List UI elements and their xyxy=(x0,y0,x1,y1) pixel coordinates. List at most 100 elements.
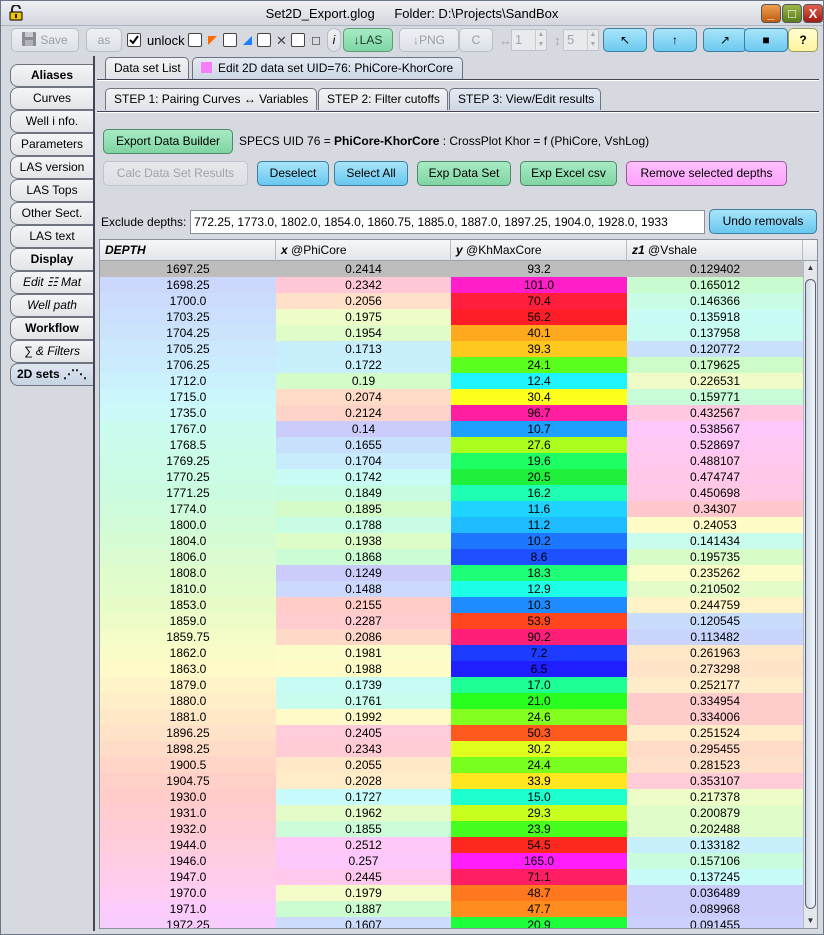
table-row[interactable]: 1806.0 0.1868 8.6 0.195735 xyxy=(100,549,803,565)
arrow-northeast-button[interactable]: ↗ xyxy=(703,28,747,52)
x-cell[interactable]: 0.1761 xyxy=(276,693,451,709)
table-row[interactable]: 1697.25 0.2414 93.2 0.129402 xyxy=(100,261,803,277)
depth-cell[interactable]: 1972.25 xyxy=(100,917,276,928)
spinner-arrows-icon[interactable]: ▲ ▼ xyxy=(535,30,546,50)
exclude-depths-input[interactable]: 772.25, 1773.0, 1802.0, 1854.0, 1860.75,… xyxy=(190,210,705,234)
depth-cell[interactable]: 1735.0 xyxy=(100,405,276,421)
sidebar-item-8[interactable]: Display xyxy=(10,248,93,271)
tab-step2[interactable]: STEP 2: Filter cutoffs xyxy=(318,88,448,110)
x-cell[interactable]: 0.2028 xyxy=(276,773,451,789)
table-row[interactable]: 1770.25 0.1742 20.5 0.474747 xyxy=(100,469,803,485)
table-row[interactable]: 1768.5 0.1655 27.6 0.528697 xyxy=(100,437,803,453)
depth-cell[interactable]: 1700.0 xyxy=(100,293,276,309)
y-cell[interactable]: 56.2 xyxy=(451,309,627,325)
depth-cell[interactable]: 1767.0 xyxy=(100,421,276,437)
x-cell[interactable]: 0.1849 xyxy=(276,485,451,501)
c-button[interactable]: C xyxy=(459,28,493,52)
sidebar-item-10[interactable]: Well path xyxy=(10,294,93,317)
table-row[interactable]: 1879.0 0.1739 17.0 0.252177 xyxy=(100,677,803,693)
table-row[interactable]: 1700.0 0.2056 70.4 0.146366 xyxy=(100,293,803,309)
export-png-button[interactable]: ↓PNG xyxy=(399,28,459,52)
table-row[interactable]: 1698.25 0.2342 101.0 0.165012 xyxy=(100,277,803,293)
table-row[interactable]: 1712.0 0.19 12.4 0.226531 xyxy=(100,373,803,389)
column-header-depth[interactable]: DEPTH xyxy=(100,240,276,261)
z1-cell[interactable]: 0.251524 xyxy=(627,725,803,741)
scrollbar-thumb[interactable] xyxy=(805,279,816,909)
y-cell[interactable]: 10.2 xyxy=(451,533,627,549)
y-cell[interactable]: 27.6 xyxy=(451,437,627,453)
y-cell[interactable]: 12.9 xyxy=(451,581,627,597)
z1-cell[interactable]: 0.488107 xyxy=(627,453,803,469)
select-all-button[interactable]: Select All xyxy=(334,161,408,186)
z1-cell[interactable]: 0.200879 xyxy=(627,805,803,821)
x-cell[interactable]: 0.2405 xyxy=(276,725,451,741)
depth-cell[interactable]: 1932.0 xyxy=(100,821,276,837)
y-cell[interactable]: 20.9 xyxy=(451,917,627,928)
depth-cell[interactable]: 1930.0 xyxy=(100,789,276,805)
export-data-set-button[interactable]: Exp Data Set xyxy=(417,161,511,186)
z1-cell[interactable]: 0.252177 xyxy=(627,677,803,693)
y-cell[interactable]: 71.1 xyxy=(451,869,627,885)
y-cell[interactable]: 40.1 xyxy=(451,325,627,341)
table-row[interactable]: 1904.75 0.2028 33.9 0.353107 xyxy=(100,773,803,789)
y-cell[interactable]: 18.3 xyxy=(451,565,627,581)
depth-cell[interactable]: 1806.0 xyxy=(100,549,276,565)
table-row[interactable]: 1863.0 0.1988 6.5 0.273298 xyxy=(100,661,803,677)
y-cell[interactable]: 24.1 xyxy=(451,357,627,373)
depth-cell[interactable]: 1859.0 xyxy=(100,613,276,629)
y-cell[interactable]: 165.0 xyxy=(451,853,627,869)
save-button[interactable]: Save xyxy=(11,28,79,52)
y-cell[interactable]: 39.3 xyxy=(451,341,627,357)
y-cell[interactable]: 10.7 xyxy=(451,421,627,437)
x-cell[interactable]: 0.2343 xyxy=(276,741,451,757)
y-cell[interactable]: 10.3 xyxy=(451,597,627,613)
x-cell[interactable]: 0.1488 xyxy=(276,581,451,597)
z1-cell[interactable]: 0.226531 xyxy=(627,373,803,389)
depth-cell[interactable]: 1804.0 xyxy=(100,533,276,549)
x-cell[interactable]: 0.1249 xyxy=(276,565,451,581)
x-cell[interactable]: 0.19 xyxy=(276,373,451,389)
x-cell[interactable]: 0.1887 xyxy=(276,901,451,917)
z1-cell[interactable]: 0.244759 xyxy=(627,597,803,613)
y-cell[interactable]: 12.4 xyxy=(451,373,627,389)
z1-cell[interactable]: 0.141434 xyxy=(627,533,803,549)
z1-cell[interactable]: 0.129402 xyxy=(627,261,803,277)
maximize-button[interactable]: □ xyxy=(782,4,802,23)
tab-step1[interactable]: STEP 1: Pairing Curves ↔ Variables xyxy=(105,88,317,110)
table-row[interactable]: 1769.25 0.1704 19.6 0.488107 xyxy=(100,453,803,469)
table-row[interactable]: 1771.25 0.1849 16.2 0.450698 xyxy=(100,485,803,501)
x-cell[interactable]: 0.2055 xyxy=(276,757,451,773)
x-cell[interactable]: 0.1742 xyxy=(276,469,451,485)
x-cell[interactable]: 0.1954 xyxy=(276,325,451,341)
depth-cell[interactable]: 1704.25 xyxy=(100,325,276,341)
table-row[interactable]: 1804.0 0.1938 10.2 0.141434 xyxy=(100,533,803,549)
y-cell[interactable]: 101.0 xyxy=(451,277,627,293)
table-row[interactable]: 1862.0 0.1981 7.2 0.261963 xyxy=(100,645,803,661)
sidebar-item-7[interactable]: LAS text xyxy=(10,225,93,248)
export-data-builder-button[interactable]: Export Data Builder xyxy=(103,129,233,154)
z1-cell[interactable]: 0.133182 xyxy=(627,837,803,853)
table-row[interactable]: 1881.0 0.1992 24.6 0.334006 xyxy=(100,709,803,725)
z1-cell[interactable]: 0.036489 xyxy=(627,885,803,901)
x-cell[interactable]: 0.1655 xyxy=(276,437,451,453)
depth-cell[interactable]: 1880.0 xyxy=(100,693,276,709)
arrow-northwest-button[interactable]: ↖ xyxy=(603,28,647,52)
depth-cell[interactable]: 1715.0 xyxy=(100,389,276,405)
spinner-arrows-icon[interactable]: ▲ ▼ xyxy=(587,30,598,50)
z1-cell[interactable]: 0.432567 xyxy=(627,405,803,421)
x-cell[interactable]: 0.1975 xyxy=(276,309,451,325)
x-cell[interactable]: 0.14 xyxy=(276,421,451,437)
x-cell[interactable]: 0.1962 xyxy=(276,805,451,821)
table-row[interactable]: 1947.0 0.2445 71.1 0.137245 xyxy=(100,869,803,885)
x-cell[interactable]: 0.1607 xyxy=(276,917,451,928)
x-cell[interactable]: 0.1727 xyxy=(276,789,451,805)
sidebar-item-12[interactable]: ∑ & Filters xyxy=(10,340,93,363)
depth-cell[interactable]: 1774.0 xyxy=(100,501,276,517)
unlock-checkbox[interactable] xyxy=(127,33,141,47)
y-cell[interactable]: 90.2 xyxy=(451,629,627,645)
z1-cell[interactable]: 0.235262 xyxy=(627,565,803,581)
table-row[interactable]: 1970.0 0.1979 48.7 0.036489 xyxy=(100,885,803,901)
z1-cell[interactable]: 0.146366 xyxy=(627,293,803,309)
depth-cell[interactable]: 1947.0 xyxy=(100,869,276,885)
z1-cell[interactable]: 0.135918 xyxy=(627,309,803,325)
